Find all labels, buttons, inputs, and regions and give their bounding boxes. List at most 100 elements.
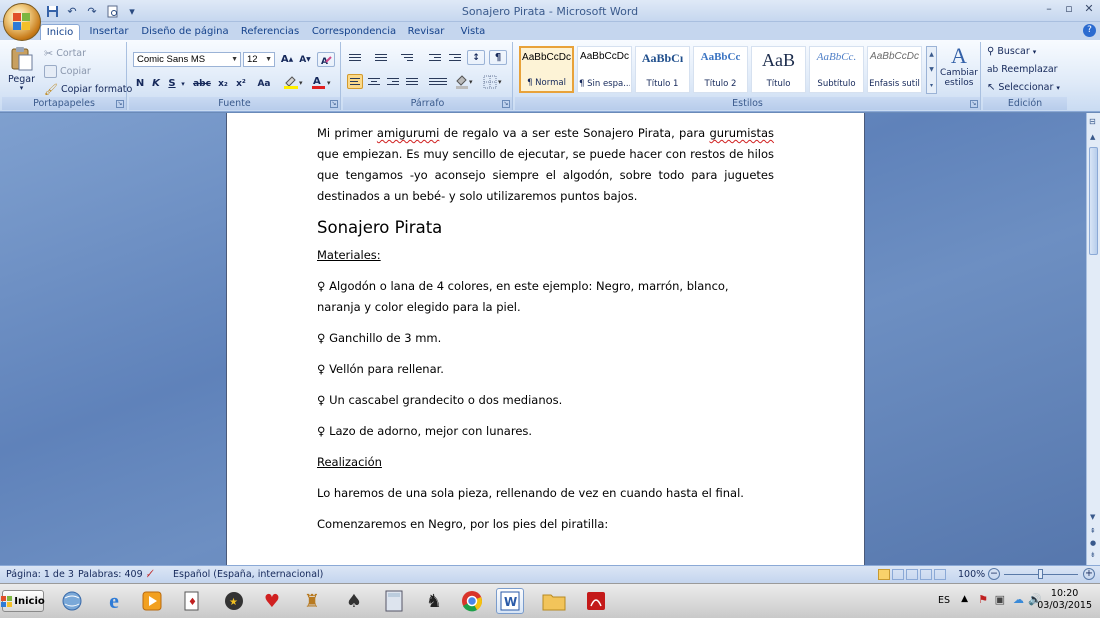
format-painter-button[interactable]: 🖌 Copiar formato bbox=[44, 83, 132, 96]
folder-icon[interactable] bbox=[540, 588, 568, 614]
solitaire-icon[interactable]: ♦ bbox=[178, 588, 206, 614]
tray-expand-icon[interactable]: ▲ bbox=[961, 594, 968, 604]
tab-vista[interactable]: Vista bbox=[455, 24, 491, 40]
cloud-icon[interactable]: ☁ bbox=[1013, 593, 1024, 606]
find-button[interactable]: ⚲ Buscar ▾ bbox=[987, 46, 1036, 57]
zoom-slider-thumb[interactable] bbox=[1038, 569, 1043, 579]
decrease-indent-icon[interactable] bbox=[427, 50, 443, 65]
page-count[interactable]: Página: 1 de 3 bbox=[6, 569, 74, 580]
shrink-font-icon[interactable]: A ▼ bbox=[297, 52, 313, 67]
highlight-color-button[interactable]: ▾ bbox=[281, 74, 307, 89]
calculator-icon[interactable] bbox=[380, 588, 408, 614]
game-icon[interactable]: ★ bbox=[220, 588, 248, 614]
internet-explorer-icon[interactable]: e bbox=[100, 588, 128, 614]
print-layout-icon[interactable] bbox=[878, 569, 890, 580]
outline-icon[interactable] bbox=[920, 569, 932, 580]
style-sin-espaciado[interactable]: AaBbCcDc ¶ Sin espa... bbox=[577, 46, 632, 93]
zoom-out-icon[interactable]: − bbox=[988, 568, 1000, 580]
tab-revisar[interactable]: Revisar bbox=[404, 24, 448, 40]
tab-inicio[interactable]: Inicio bbox=[40, 24, 80, 40]
previous-page-icon[interactable]: ⇞ bbox=[1090, 527, 1096, 535]
tab-insertar[interactable]: Insertar bbox=[86, 24, 132, 40]
increase-indent-icon[interactable] bbox=[447, 50, 463, 65]
start-button[interactable]: Inicio bbox=[1, 590, 45, 612]
language-indicator[interactable]: ES bbox=[938, 595, 950, 606]
action-center-icon[interactable]: ⚑ bbox=[978, 593, 988, 606]
style-titulo-2[interactable]: AaBbCc Título 2 bbox=[693, 46, 748, 93]
style-normal[interactable]: AaBbCcDc ¶ Normal bbox=[519, 46, 574, 93]
change-case-button[interactable]: Aa bbox=[253, 76, 275, 91]
sort-icon[interactable]: ↕ bbox=[467, 50, 485, 65]
styles-launcher-icon[interactable]: ↘ bbox=[970, 100, 978, 108]
next-page-icon[interactable]: ⇟ bbox=[1090, 551, 1096, 559]
align-left-icon[interactable] bbox=[347, 74, 363, 89]
borders-icon[interactable]: ▾ bbox=[481, 74, 507, 89]
shading-icon[interactable]: ▾ bbox=[453, 74, 477, 89]
globe-app-icon[interactable] bbox=[58, 588, 86, 614]
subscript-button[interactable]: x₂ bbox=[215, 76, 231, 91]
strikethrough-button[interactable]: abc bbox=[191, 76, 213, 91]
clipboard-launcher-icon[interactable]: ↘ bbox=[116, 100, 124, 108]
restore-button[interactable]: ▫ bbox=[1062, 2, 1076, 15]
zoom-level[interactable]: 100% bbox=[958, 569, 985, 580]
scroll-down-icon[interactable]: ▼ bbox=[1090, 513, 1095, 521]
document-page[interactable]: Mi primer amigurumi de regalo va a ser e… bbox=[226, 113, 865, 565]
tab-diseno-pagina[interactable]: Diseño de página bbox=[140, 24, 230, 40]
style-titulo[interactable]: AaB Título bbox=[751, 46, 806, 93]
word-taskbar-icon[interactable]: W bbox=[496, 588, 524, 614]
clock[interactable]: 10:20 03/03/2015 bbox=[1037, 588, 1092, 612]
paragraph-launcher-icon[interactable]: ↘ bbox=[502, 100, 510, 108]
style-subtitulo[interactable]: AaBbCc. Subtítulo bbox=[809, 46, 864, 93]
browse-object-icon[interactable]: ● bbox=[1090, 539, 1096, 547]
font-size-combo[interactable]: 12 ▼ bbox=[243, 52, 275, 67]
numbering-icon[interactable] bbox=[373, 50, 389, 65]
cut-button[interactable]: ✂ Cortar bbox=[44, 47, 86, 60]
underline-dropdown-icon[interactable]: ▾ bbox=[181, 76, 185, 91]
network-icon[interactable]: ▣ bbox=[995, 593, 1005, 606]
scroll-up-icon[interactable]: ▲ bbox=[1090, 133, 1095, 141]
full-screen-icon[interactable] bbox=[892, 569, 904, 580]
chrome-icon[interactable] bbox=[458, 588, 486, 614]
zoom-in-icon[interactable]: + bbox=[1083, 568, 1095, 580]
hearts-icon[interactable]: ♥ bbox=[258, 588, 286, 614]
align-right-icon[interactable] bbox=[385, 74, 401, 89]
paste-button[interactable]: Pegar ▾ bbox=[8, 46, 35, 92]
italic-button[interactable]: K bbox=[149, 76, 163, 91]
font-launcher-icon[interactable]: ↘ bbox=[330, 100, 338, 108]
show-formatting-icon[interactable]: ¶ bbox=[489, 50, 507, 65]
word-count[interactable]: Palabras: 409 bbox=[78, 569, 143, 580]
styles-scroll-icon[interactable]: ▲ ▼ ▾ bbox=[926, 46, 937, 94]
scrollbar-thumb[interactable] bbox=[1089, 147, 1098, 255]
underline-button[interactable]: S bbox=[165, 76, 179, 91]
close-button[interactable]: ✕ bbox=[1082, 2, 1096, 15]
help-icon[interactable]: ? bbox=[1083, 24, 1096, 37]
justify-icon[interactable] bbox=[404, 74, 420, 89]
font-name-combo[interactable]: Comic Sans MS ▼ bbox=[133, 52, 241, 67]
office-button[interactable] bbox=[3, 3, 41, 41]
media-player-icon[interactable] bbox=[138, 588, 166, 614]
web-layout-icon[interactable] bbox=[906, 569, 918, 580]
replace-button[interactable]: ab Reemplazar bbox=[987, 64, 1058, 75]
spider-solitaire-icon[interactable]: ♠ bbox=[340, 588, 368, 614]
bullets-icon[interactable] bbox=[347, 50, 363, 65]
draft-icon[interactable] bbox=[934, 569, 946, 580]
font-color-button[interactable]: A ▾ bbox=[309, 74, 335, 89]
chess-icon[interactable]: ♜ bbox=[298, 588, 326, 614]
document-content[interactable]: Mi primer amigurumi de regalo va a ser e… bbox=[317, 123, 774, 545]
change-styles-button[interactable]: A Cambiar estilos bbox=[940, 44, 978, 89]
align-center-icon[interactable] bbox=[366, 74, 382, 89]
style-enfasis-sutil[interactable]: AaBbCcDc Énfasis sutil bbox=[867, 46, 922, 93]
vertical-scrollbar[interactable]: ⊟ ▲ ▼ ⇞ ● ⇟ bbox=[1086, 113, 1100, 565]
acrobat-icon[interactable] bbox=[582, 588, 610, 614]
style-titulo-1[interactable]: AaBbCı Título 1 bbox=[635, 46, 690, 93]
minimize-button[interactable]: – bbox=[1042, 2, 1056, 15]
bold-button[interactable]: N bbox=[133, 76, 147, 91]
proofing-icon[interactable]: ✓̸ bbox=[146, 569, 154, 580]
ruler-toggle-icon[interactable]: ⊟ bbox=[1089, 117, 1096, 126]
line-spacing-icon[interactable] bbox=[427, 74, 449, 89]
tab-correspondencia[interactable]: Correspondencia bbox=[310, 24, 398, 40]
tab-referencias[interactable]: Referencias bbox=[238, 24, 302, 40]
copy-button[interactable]: Copiar bbox=[44, 65, 91, 78]
superscript-button[interactable]: x² bbox=[233, 76, 249, 91]
clear-format-icon[interactable]: A bbox=[317, 52, 335, 67]
